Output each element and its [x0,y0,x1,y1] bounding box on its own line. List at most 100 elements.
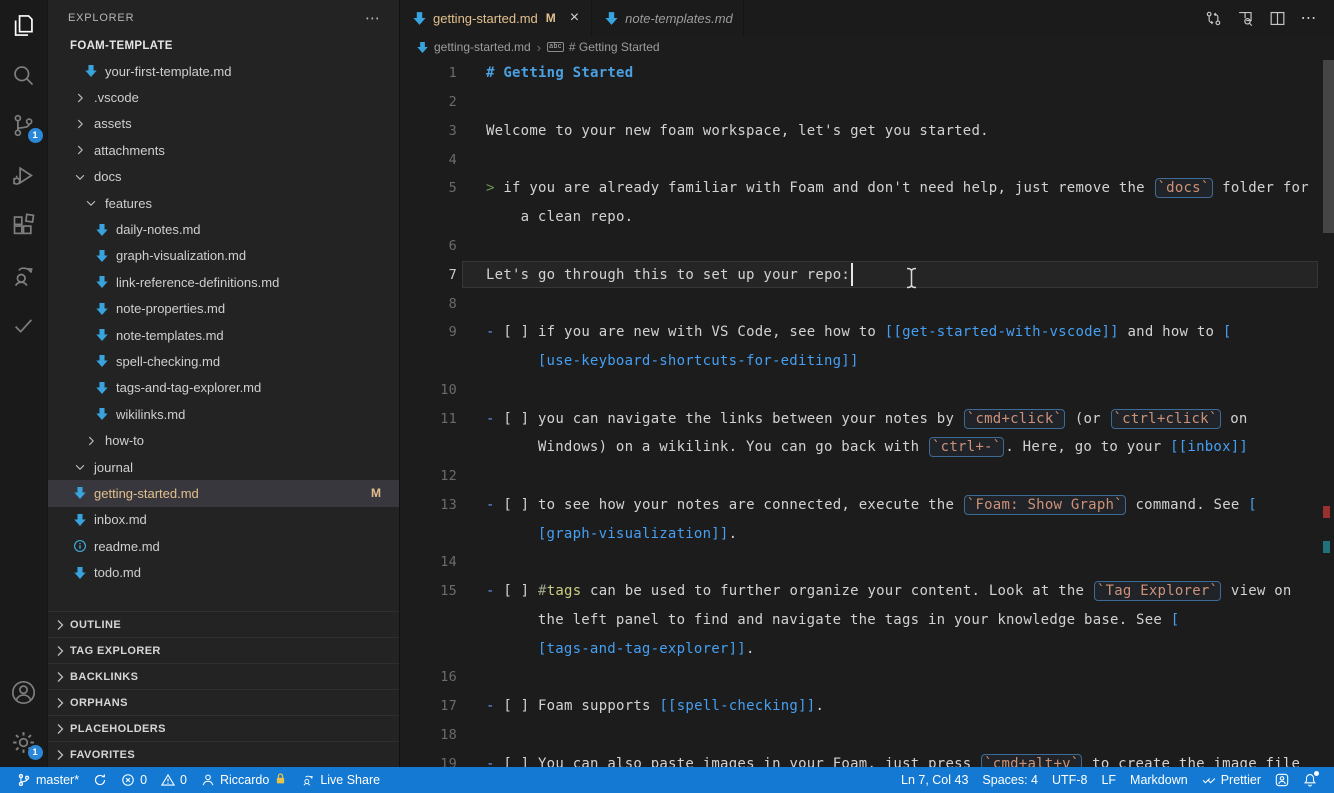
status-eol[interactable]: LF [1094,767,1123,793]
tree-file-readme.md[interactable]: readme.md [48,533,399,559]
tree-folder-docs[interactable]: docs [48,164,399,190]
overview-ruler-marker-red [1323,506,1330,518]
line-content: [use-keyboard-shortcuts-for-editing]] [486,353,859,369]
activity-run-debug-button[interactable] [0,150,48,200]
errors-icon [121,773,135,787]
token-pl: . [729,526,738,542]
token-pl: [ ] to see how your notes are connected,… [503,497,962,513]
line-number: 8 [400,296,457,312]
tab-getting-started.md[interactable]: getting-started.mdM× [400,0,592,36]
status-feedback[interactable] [1268,767,1296,793]
line-content: # Getting Started [486,65,633,81]
tree-item-label: link-reference-definitions.md [116,275,279,290]
panel-favorites[interactable]: FAVORITES [48,741,399,767]
line-content: > if you are already familiar with Foam … [486,178,1309,198]
tree-file-spell-checking.md[interactable]: spell-checking.md [48,348,399,374]
panel-backlinks[interactable]: BACKLINKS [48,663,399,689]
markdown-file-icon [72,485,88,501]
breadcrumb[interactable]: getting-started.md › abc # Getting Start… [400,36,1334,58]
activity-search-button[interactable] [0,50,48,100]
tree-folder-how-to[interactable]: how-to [48,427,399,453]
status-label: Riccardo [220,773,269,787]
status-label: Ln 7, Col 43 [901,773,968,787]
status-cursor-position[interactable]: Ln 7, Col 43 [894,767,975,793]
panel-placeholders[interactable]: PLACEHOLDERS [48,715,399,741]
vertical-scrollbar[interactable] [1323,60,1334,233]
token-pl: [ ] you can navigate the links between y… [503,411,962,427]
tree-item-label: todo.md [94,565,141,580]
panel-label: ORPHANS [70,697,128,709]
workspace-section-header[interactable]: FOAM-TEMPLATE [48,34,399,58]
split-editor-button[interactable] [1266,7,1288,29]
tree-file-your-first-template.md[interactable]: your-first-template.md [48,58,399,84]
status-errors[interactable]: 0 [114,767,154,793]
line-number: 6 [400,238,457,254]
token-pl: view on [1222,583,1291,599]
extensions-icon [10,212,37,239]
panel-orphans[interactable]: ORPHANS [48,689,399,715]
tree-file-daily-notes.md[interactable]: daily-notes.md [48,216,399,242]
info-icon [72,538,88,554]
tree-item-label: features [105,196,152,211]
tree-folder-features[interactable]: features [48,190,399,216]
close-icon[interactable]: × [568,9,581,27]
tree-file-note-templates.md[interactable]: note-templates.md [48,322,399,348]
line-content: - [ ] you can navigate the links between… [486,409,1248,429]
token-pl: [ ] [503,583,538,599]
tree-file-inbox.md[interactable]: inbox.md [48,507,399,533]
tree-item-label: graph-visualization.md [116,248,246,263]
open-preview-button[interactable] [1234,7,1256,29]
tab-note-templates.md[interactable]: note-templates.md [592,0,744,36]
status-language-mode[interactable]: Markdown [1123,767,1195,793]
tree-file-todo.md[interactable]: todo.md [48,559,399,585]
tree-file-graph-visualization.md[interactable]: graph-visualization.md [48,243,399,269]
tree-folder-assets[interactable]: assets [48,111,399,137]
line-content: - [ ] to see how your notes are connecte… [486,495,1257,515]
chevron-right-icon [52,669,68,685]
editor-line-wrap: the left panel to find and navigate the … [400,606,1334,635]
token-pl: on [1222,411,1248,427]
tree-folder-journal[interactable]: journal [48,454,399,480]
status-indentation[interactable]: Spaces: 4 [975,767,1045,793]
editor-line-3: 3Welcome to your new foam workspace, let… [400,117,1334,146]
status-user[interactable]: Riccardo [194,767,294,793]
breadcrumb-symbol[interactable]: # Getting Started [569,40,660,54]
status-prettier[interactable]: Prettier [1195,767,1268,793]
feedback-icon [1275,773,1289,787]
line-content: a clean repo. [486,209,633,225]
tree-file-tags-and-tag-explorer.md[interactable]: tags-and-tag-explorer.md [48,375,399,401]
file-tree: your-first-template.md.vscodeassetsattac… [48,58,399,611]
status-live-share[interactable]: Live Share [294,767,387,793]
panel-label: OUTLINE [70,619,121,631]
tree-file-link-reference-definitions.md[interactable]: link-reference-definitions.md [48,269,399,295]
tree-file-getting-started.md[interactable]: getting-started.mdM [48,480,399,506]
editor-line-5: 5> if you are already familiar with Foam… [400,174,1334,203]
status-notifications[interactable] [1296,767,1324,793]
panel-outline[interactable]: OUTLINE [48,611,399,637]
explorer-more-actions-button[interactable]: ⋯ [359,9,387,27]
more-actions-button[interactable]: ⋯ [1298,7,1320,29]
activity-live-share-button[interactable] [0,250,48,300]
activity-source-control-button[interactable]: 1 [0,100,48,150]
editor-surface[interactable]: 1# Getting Started23Welcome to your new … [400,58,1334,767]
tree-folder-attachments[interactable]: attachments [48,137,399,163]
tree-file-note-properties.md[interactable]: note-properties.md [48,296,399,322]
activity-extensions-button[interactable] [0,200,48,250]
activity-settings-button[interactable]: 1 [0,717,48,767]
chevron-down-icon [52,38,68,54]
tree-file-wikilinks.md[interactable]: wikilinks.md [48,401,399,427]
activity-account-button[interactable] [0,667,48,717]
breadcrumb-file[interactable]: getting-started.md [434,40,531,54]
activity-checks-button[interactable] [0,300,48,350]
activity-explorer-button[interactable] [0,0,48,50]
panel-tag-explorer[interactable]: TAG EXPLORER [48,637,399,663]
status-sync[interactable] [86,767,114,793]
status-git-branch[interactable]: master* [10,767,86,793]
line-number: 7 [400,267,457,283]
tree-folder-.vscode[interactable]: .vscode [48,84,399,110]
markdown-file-icon [94,327,110,343]
markdown-file-icon [604,11,619,26]
status-encoding[interactable]: UTF-8 [1045,767,1094,793]
open-changes-button[interactable] [1202,7,1224,29]
status-warnings[interactable]: 0 [154,767,194,793]
